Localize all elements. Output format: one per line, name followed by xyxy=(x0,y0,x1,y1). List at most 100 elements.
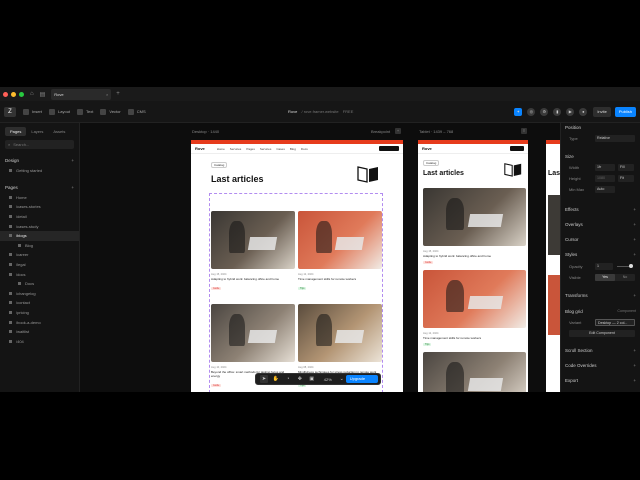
page-item[interactable]: /changelog xyxy=(0,289,79,299)
add-transform-icon[interactable]: + xyxy=(633,293,636,298)
add-overlay-icon[interactable]: + xyxy=(633,222,636,227)
settings-icon[interactable]: ⚙ xyxy=(540,108,549,116)
add-design-icon[interactable]: + xyxy=(71,158,74,163)
cursor-section[interactable]: Cursor + xyxy=(565,237,636,242)
site-nav-link[interactable]: Blog xyxy=(290,147,296,151)
minimize-window-icon[interactable] xyxy=(11,91,16,97)
page-item[interactable]: /career xyxy=(0,250,79,260)
tab-pages[interactable]: Pages xyxy=(5,127,27,136)
code-overrides-section[interactable]: Code Overrides + xyxy=(565,363,636,368)
search-input[interactable]: ⌕ Search... xyxy=(5,140,74,149)
effects-section[interactable]: Effects + xyxy=(565,207,636,212)
new-tab-icon[interactable]: + xyxy=(116,91,120,97)
text-tool[interactable]: Text xyxy=(77,108,93,115)
desktop-frame-label[interactable]: Desktop · 1440 xyxy=(192,129,219,134)
add-page-icon[interactable]: + xyxy=(71,185,74,190)
transforms-section[interactable]: Transforms + xyxy=(565,293,636,298)
visible-yes-option[interactable]: Yes xyxy=(595,274,615,281)
page-item[interactable]: Home xyxy=(0,193,79,203)
tablet-card-image[interactable] xyxy=(423,188,526,246)
overlays-section[interactable]: Overlays + xyxy=(565,222,636,227)
globe-icon[interactable]: ◎ xyxy=(527,108,536,116)
tablet-card-image[interactable] xyxy=(423,270,526,328)
add-scroll-section-icon[interactable]: + xyxy=(633,348,636,353)
tablet-site-logo[interactable]: Rove xyxy=(422,146,432,151)
site-nav-link[interactable]: Cases xyxy=(276,147,285,151)
add-effect-icon[interactable]: + xyxy=(633,207,636,212)
add-export-icon[interactable]: + xyxy=(633,378,636,383)
visible-no-option[interactable]: No xyxy=(615,274,635,281)
site-cta-button[interactable] xyxy=(379,146,399,151)
page-item[interactable]: /legal xyxy=(0,260,79,270)
upgrade-button[interactable]: Upgrade Now xyxy=(345,375,379,389)
ai-assist-icon[interactable]: ✦ xyxy=(514,108,523,116)
sidebar-toggle-icon[interactable]: ▤ xyxy=(40,91,46,98)
page-item[interactable]: /detail xyxy=(0,212,79,222)
move-tool-icon[interactable]: ✥ xyxy=(296,375,304,383)
hand-tool-icon[interactable]: ✋ xyxy=(272,375,280,383)
minmax-select[interactable]: Auto xyxy=(595,186,615,193)
document-tab[interactable]: Rove × xyxy=(51,88,112,100)
catalog-chip[interactable]: Catalog xyxy=(211,162,228,168)
add-cursor-icon[interactable]: + xyxy=(633,237,636,242)
page-item[interactable]: /cases-stories xyxy=(0,202,79,212)
page-item[interactable]: /blogs xyxy=(0,230,79,241)
add-breakpoint-icon[interactable]: + xyxy=(395,128,401,134)
export-section[interactable]: Export + xyxy=(565,378,636,383)
close-tab-icon[interactable]: × xyxy=(106,92,108,97)
add-code-override-icon[interactable]: + xyxy=(633,363,636,368)
insert-tool[interactable]: Insert xyxy=(23,108,42,115)
page-item[interactable]: /docs xyxy=(0,269,79,279)
card-image[interactable] xyxy=(211,211,295,269)
visible-toggle[interactable]: Yes No xyxy=(595,274,635,281)
tablet-frame-label[interactable]: Tablet · 1439 – 768 xyxy=(419,129,453,134)
cursor-tool-icon[interactable]: ➤ xyxy=(260,375,268,383)
phone-frame[interactable]: Last articles xyxy=(546,140,560,392)
styles-section[interactable]: Styles + xyxy=(565,252,636,257)
frame-tool-icon[interactable]: ▣ xyxy=(308,375,316,383)
page-item[interactable]: /cases-study xyxy=(0,221,79,231)
tab-layers[interactable]: Layers xyxy=(26,127,48,136)
tablet-frame[interactable]: Rove Catalog Last articles Aug 15, 2024 A… xyxy=(418,140,528,392)
breakpoint-label[interactable]: Breakpoint xyxy=(371,129,390,134)
site-nav-link[interactable]: Services xyxy=(230,147,242,151)
layout-tool[interactable]: Layout xyxy=(49,108,70,115)
page-item[interactable]: /404 xyxy=(0,337,79,347)
page-item[interactable]: /contact xyxy=(0,298,79,308)
desktop-frame[interactable]: Rove Home Services Pages Services Cases … xyxy=(191,140,403,392)
project-title[interactable]: Rove / rove.framer.website FREE xyxy=(288,109,353,114)
tablet-frame-menu-icon[interactable]: ≡ xyxy=(521,128,527,134)
chevron-down-icon[interactable]: ⌄ xyxy=(338,375,346,383)
width-mode-select[interactable]: Fill xyxy=(618,164,634,171)
variant-select[interactable]: Desktop — 2 col... xyxy=(595,319,635,326)
home-icon[interactable]: ⌂ xyxy=(30,91,34,97)
tab-assets[interactable]: Assets xyxy=(48,127,70,136)
height-mode-select[interactable]: Fit xyxy=(618,175,634,182)
card-image[interactable] xyxy=(211,304,295,362)
cms-tool[interactable]: CMS xyxy=(127,108,146,115)
add-style-icon[interactable]: + xyxy=(633,252,636,257)
page-item[interactable]: Docs xyxy=(0,279,79,289)
opacity-slider[interactable] xyxy=(617,264,633,268)
opacity-input[interactable]: 1 xyxy=(595,263,613,270)
page-item[interactable]: /book-a-demo xyxy=(0,317,79,327)
publish-button[interactable]: Publish xyxy=(614,107,636,117)
page-item[interactable]: /pricing xyxy=(0,308,79,318)
card-image[interactable] xyxy=(298,211,382,269)
page-item[interactable]: Blog xyxy=(0,241,79,251)
invite-button[interactable]: Invite xyxy=(593,107,611,117)
avatar-icon[interactable]: ● xyxy=(579,108,588,116)
vector-tool[interactable]: Vector xyxy=(100,108,121,115)
opacity-slider-handle[interactable] xyxy=(629,264,633,268)
analytics-icon[interactable]: ▮ xyxy=(553,108,562,116)
height-input[interactable]: 1080 xyxy=(595,175,615,182)
edit-component-button[interactable]: Edit Component xyxy=(569,330,635,337)
site-nav-link[interactable]: Docs xyxy=(301,147,308,151)
canvas[interactable]: Desktop · 1440 Breakpoint + Tablet · 143… xyxy=(80,123,560,392)
maximize-window-icon[interactable] xyxy=(19,91,24,97)
page-item[interactable]: /waitlist xyxy=(0,327,79,337)
site-nav-link[interactable]: Home xyxy=(217,147,225,151)
tablet-cta-button[interactable] xyxy=(510,146,524,151)
tablet-catalog-chip[interactable]: Catalog xyxy=(423,160,440,166)
type-select[interactable]: Relative xyxy=(595,135,635,142)
